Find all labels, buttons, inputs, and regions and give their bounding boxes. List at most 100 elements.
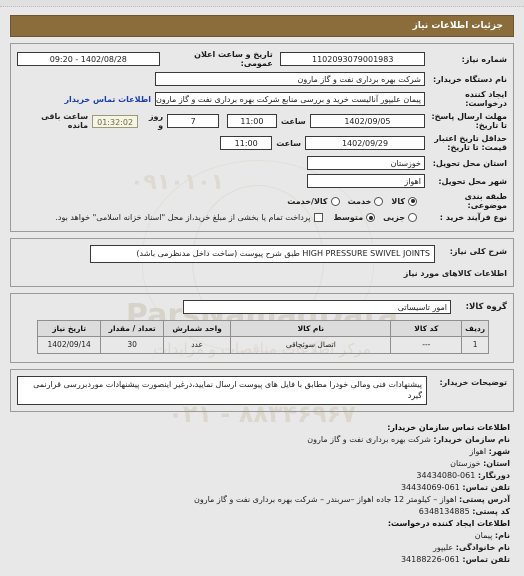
province-label: استان محل تحویل: [432, 158, 507, 168]
cell-unit: عدد [162, 335, 232, 354]
buyer-contact-link[interactable]: اطلاعات تماس خریدار [60, 95, 155, 104]
creator-label: ایجاد کننده درخواست: [465, 90, 507, 108]
validity-time-value: 11:00 [220, 136, 273, 150]
footer-postal: کد پستی: 6348134885 [10, 506, 510, 518]
radio-process-minor[interactable] [408, 213, 417, 222]
cell-quantity: 30 [100, 335, 164, 354]
announce-date-value: 1402/08/28 - 09:20 [17, 52, 160, 66]
checkbox-treasury-docs-label: پرداخت تمام یا بخشی از مبلغ خرید،از محل … [55, 213, 311, 222]
goods-group-label: گروه کالا: [465, 301, 507, 312]
footer-contact-info: اطلاعات تماس سازمان خریدار: نام سازمان خ… [10, 422, 514, 566]
description-value: HIGH PRESSURE SWIVEL JOINTS طبق شرح پیوس… [90, 245, 435, 263]
row-creator: ایجاد کننده درخواست: پیمان علیپور آنالیس… [17, 90, 507, 108]
row-city: شهر محل تحویل: اهواز [17, 174, 507, 188]
row-deadline: مهلت ارسال پاسخ: تا تاریخ: 1402/09/05 سا… [17, 112, 507, 130]
row-validity: حداقل تاریخ اعتبار قیمت: تا تاریخ: 1402/… [17, 134, 507, 152]
page-root: جزئیات اطلاعات نیاز شماره نیاز: 11020930… [0, 0, 524, 566]
row-process: نوع فرآیند خرید : جزیی متوسط پرداخت تمام… [17, 213, 507, 222]
footer-last-name-value: علیپور [432, 542, 454, 552]
footer-phone-value: 34434069-061 [400, 482, 460, 492]
radio-process-medium[interactable] [366, 213, 376, 222]
row-buyer-notes: توضیحات خریدار: پیشنهادات فنی ومالی خودر… [17, 375, 507, 405]
need-description-panel: شرح کلی نیاز: HIGH PRESSURE SWIVEL JOINT… [10, 238, 514, 287]
footer-province-label: استان: [483, 458, 510, 468]
th-unit: واحد شمارش [162, 319, 232, 337]
footer-city-value: اهواز [469, 446, 487, 456]
goods-panel: گروه کالا: امور تاسیساتی ردیف کد کالا نا… [10, 292, 514, 363]
footer-buyer-org-label: نام سازمان خریدار: [433, 434, 510, 444]
footer-phone: تلفن تماس: 34434069-061 [10, 482, 510, 494]
city-value: اهواز [307, 174, 425, 188]
deadline-date-value: 1402/09/05 [309, 114, 425, 128]
remaining-days-unit: روز و [148, 112, 164, 130]
buyer-notes-label: توضیحات خریدار: [439, 377, 507, 387]
row-goods-group: گروه کالا: امور تاسیساتی [17, 299, 507, 314]
table-header-row: ردیف کد کالا نام کالا واحد شمارش تعداد /… [36, 319, 489, 337]
process-label: نوع فرآیند خرید : [439, 213, 507, 222]
footer-creator-phone-label: تلفن تماس: [462, 554, 510, 564]
validity-time-label: ساعت [276, 138, 301, 148]
cell-need-date: 1402/09/14 [36, 335, 102, 354]
table-row: 1 --- اتصال سوئچاقی عدد 30 1402/09/14 [36, 335, 489, 354]
page-title: جزئیات اطلاعات نیاز [10, 15, 514, 37]
buyer-org-value: شرکت بهره برداری نفت و گاز مارون [155, 72, 425, 86]
footer-creator-phone-value: 34188226-061 [400, 554, 460, 564]
row-need-number: شماره نیاز: 1102093079001983 تاریخ و ساع… [17, 50, 507, 68]
buyer-org-label: نام دستگاه خریدار: [433, 74, 507, 84]
need-number-value: 1102093079001983 [280, 52, 425, 66]
radio-category-service-label: خدمت [347, 196, 372, 206]
row-description: شرح کلی نیاز: HIGH PRESSURE SWIVEL JOINT… [17, 245, 507, 263]
radio-category-goods[interactable] [408, 196, 417, 206]
buyer-notes-panel: توضیحات خریدار: پیشنهادات فنی ومالی خودر… [10, 368, 514, 412]
footer-creator-title: اطلاعات ایجاد کننده درخواست: [387, 518, 510, 528]
checkbox-treasury-docs[interactable] [314, 213, 324, 222]
footer-creator-phone: تلفن تماس: 34188226-061 [10, 554, 510, 566]
deadline-label: مهلت ارسال پاسخ: تا تاریخ: [431, 112, 507, 130]
footer-postal-value: 6348134885 [418, 506, 470, 516]
city-label: شهر محل تحویل: [438, 176, 507, 186]
footer-fax: دورنگار: 34434080-061 [10, 470, 510, 482]
footer-buyer-org-value: شرکت بهره برداری نفت و گاز مارون [307, 434, 431, 444]
th-goods-name: نام کالا [230, 319, 392, 337]
radio-category-goods-service[interactable] [330, 196, 340, 206]
top-strip [0, 0, 524, 7]
deadline-time-label: ساعت [280, 116, 306, 126]
footer-postal-label: کد پستی: [472, 506, 510, 516]
need-number-label: شماره نیاز: [461, 54, 507, 64]
footer-fax-value: 34434080-061 [416, 470, 476, 480]
goods-table: ردیف کد کالا نام کالا واحد شمارش تعداد /… [36, 319, 489, 354]
goods-section-title: اطلاعات کالاهای مورد نیاز [403, 268, 507, 278]
th-goods-code: کد کالا [390, 319, 463, 337]
row-province: استان محل تحویل: خوزستان [17, 156, 507, 170]
footer-last-name: نام خانوادگی: علیپور [10, 542, 510, 554]
th-need-date: تاریخ نیاز [36, 319, 102, 337]
announce-date-label: تاریخ و ساعت اعلان عمومی: [194, 50, 273, 68]
countdown-timer: 01:32:02 [92, 114, 139, 128]
row-category: طبقه بندی موضوعی: کالا خدمت کالا/خدمت [17, 192, 507, 210]
radio-category-service[interactable] [374, 196, 384, 206]
province-value: خوزستان [307, 156, 425, 170]
footer-phone-label: تلفن تماس: [462, 482, 510, 492]
radio-category-goods-label: کالا [391, 196, 405, 206]
need-info-panel: شماره نیاز: 1102093079001983 تاریخ و ساع… [10, 43, 514, 232]
footer-province: استان: خوزستان [10, 458, 510, 470]
footer-province-value: خوزستان [450, 458, 481, 468]
description-label: شرح کلی نیاز: [449, 247, 507, 256]
footer-city-label: شهر: [488, 446, 510, 456]
footer-fax-label: دورنگار: [477, 470, 510, 480]
cell-row-index: 1 [461, 335, 489, 354]
cell-goods-code: --- [390, 335, 463, 354]
remaining-days-value: 7 [167, 114, 220, 128]
cell-goods-name: اتصال سوئچاقی [230, 335, 392, 354]
creator-value: پیمان علیپور آنالیست خرید و بررسی منابع … [155, 92, 425, 106]
footer-buyer-org: نام سازمان خریدار: شرکت بهره برداری نفت … [10, 434, 510, 446]
goods-group-value: امور تاسیساتی [183, 299, 451, 314]
category-label: طبقه بندی موضوعی: [464, 192, 507, 210]
footer-address-label: آدرس پستی: [459, 494, 510, 504]
footer-first-name-label: نام: [494, 530, 510, 540]
th-row-index: ردیف [461, 319, 489, 337]
deadline-time-value: 11:00 [226, 114, 277, 128]
countdown-suffix: ساعت باقی مانده [41, 112, 89, 130]
footer-address-value: اهواز – کیلومتر 12 جاده اهواز –سربندر – … [194, 494, 457, 504]
radio-category-goods-service-label: کالا/خدمت [287, 196, 328, 206]
